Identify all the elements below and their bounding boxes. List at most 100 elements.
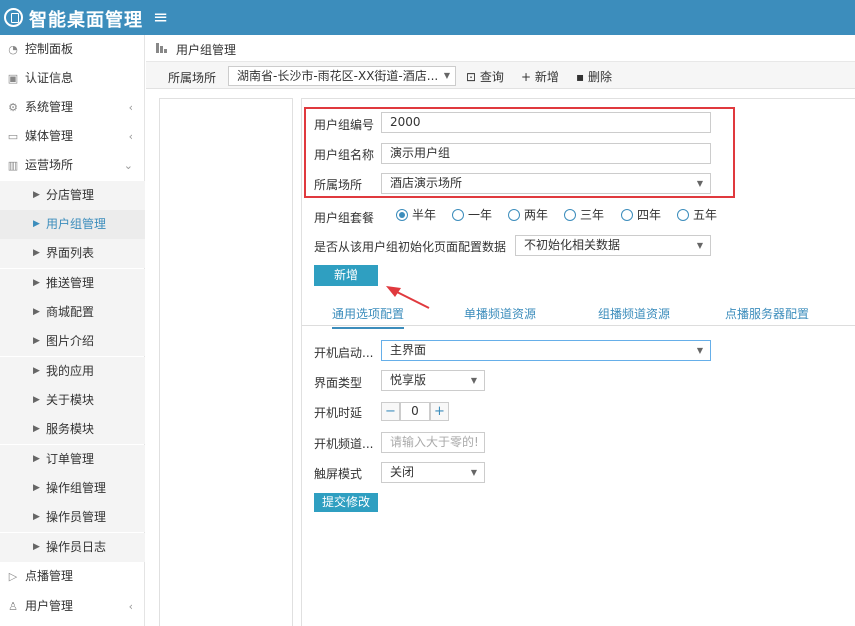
- sidebar-item-venues[interactable]: ▥ 运营场所 ⌄: [0, 151, 145, 180]
- sidebar-item-auth[interactable]: ▣ 认证信息: [0, 64, 145, 93]
- sidebar-subitem-mall[interactable]: ▶ 商城配置: [0, 298, 145, 327]
- sidebar-item-label: 用户管理: [25, 599, 74, 613]
- increment-button[interactable]: +: [430, 402, 449, 421]
- package-radio-3-year[interactable]: 三年: [564, 206, 604, 223]
- radio-icon: [564, 209, 576, 221]
- radio-label: 三年: [580, 208, 605, 222]
- boot-select[interactable]: 主界面 ▼: [381, 340, 711, 361]
- sidebar-item-system[interactable]: ⚙ 系统管理 ‹: [0, 93, 145, 122]
- radio-icon: [508, 209, 520, 221]
- init-config-label: 是否从该用户组初始化页面配置数据: [314, 240, 507, 254]
- sidebar-item-label: 操作员管理: [46, 510, 107, 524]
- sidebar-subitem-user-groups[interactable]: ▶ 用户组管理: [0, 210, 145, 239]
- sidebar-item-label: 商城配置: [46, 305, 95, 319]
- caret-down-icon: ▼: [696, 179, 703, 188]
- touch-mode-label: 触屏模式: [314, 467, 363, 481]
- sidebar-item-label: 分店管理: [46, 188, 95, 202]
- ui-type-label: 界面类型: [314, 376, 363, 390]
- breadcrumb: 用户组管理: [146, 35, 855, 62]
- submit-changes-button[interactable]: 提交修改: [314, 493, 378, 512]
- boot-channel-input[interactable]: 请输入大于零的!: [381, 432, 485, 453]
- caret-down-icon: ▼: [696, 346, 703, 355]
- sidebar-item-label: 服务模块: [46, 422, 95, 436]
- delete-button[interactable]: ▪ 删除: [576, 68, 612, 85]
- sidebar-subitem-operators[interactable]: ▶ 操作员管理: [0, 503, 145, 532]
- sidebar-item-label: 操作员日志: [46, 540, 107, 554]
- caret-down-icon: ▼: [696, 241, 703, 250]
- caret-right-icon: ▶: [33, 307, 40, 317]
- group-list-panel: [159, 98, 293, 626]
- delete-button-label: 删除: [587, 70, 612, 84]
- package-radio-half-year[interactable]: 半年: [396, 206, 436, 223]
- sidebar: ◔ 控制面板 ▣ 认证信息 ⚙ 系统管理 ‹ ▭ 媒体管理 ‹ ▥ 运营场所 ⌄…: [0, 35, 145, 626]
- venue-select-value: 酒店演示场所: [390, 176, 463, 190]
- sidebar-item-label: 点播管理: [25, 569, 74, 583]
- radio-label: 两年: [524, 208, 549, 222]
- tab-vod-server[interactable]: 点播服务器配置: [725, 305, 809, 322]
- sidebar-subitem-operator-groups[interactable]: ▶ 操作组管理: [0, 474, 145, 503]
- venue-select[interactable]: 酒店演示场所 ▼: [381, 173, 711, 194]
- caret-right-icon: ▶: [33, 366, 40, 376]
- sidebar-subitem-images[interactable]: ▶ 图片介绍: [0, 327, 145, 356]
- query-button-label: 查询: [479, 70, 504, 84]
- sidebar-subitem-operator-log[interactable]: ▶ 操作员日志: [0, 533, 145, 562]
- tab-general[interactable]: 通用选项配置: [332, 305, 405, 329]
- bar-chart-icon: [156, 43, 167, 53]
- caret-right-icon: ▶: [33, 219, 40, 229]
- caret-right-icon: ▶: [33, 424, 40, 434]
- caret-right-icon: ▶: [33, 483, 40, 493]
- sidebar-item-media[interactable]: ▭ 媒体管理 ‹: [0, 122, 145, 151]
- sidebar-subitem-orders[interactable]: ▶ 订单管理: [0, 445, 145, 474]
- sidebar-item-label: 系统管理: [25, 100, 74, 114]
- boot-delay-input[interactable]: 0: [400, 402, 430, 421]
- sidebar-item-label: 推送管理: [46, 276, 95, 290]
- group-name-label: 用户组名称: [314, 148, 375, 162]
- ui-type-value: 悦享版: [390, 373, 427, 387]
- chevron-down-icon: ⌄: [123, 159, 133, 172]
- sidebar-subitem-push[interactable]: ▶ 推送管理: [0, 269, 145, 298]
- tab-unicast[interactable]: 单播频道资源: [464, 305, 536, 322]
- package-radio-2-year[interactable]: 两年: [508, 206, 548, 223]
- sidebar-subitem-ui-list[interactable]: ▶ 界面列表: [0, 239, 145, 268]
- sidebar-item-dashboard[interactable]: ◔ 控制面板: [0, 35, 145, 64]
- query-button[interactable]: ⊡ 查询: [466, 68, 504, 85]
- sidebar-subitem-branch[interactable]: ▶ 分店管理: [0, 181, 145, 210]
- top-bar: 智能桌面管理 ≡: [0, 0, 855, 35]
- sidebar-subitem-services[interactable]: ▶ 服务模块: [0, 415, 145, 444]
- package-label: 用户组套餐: [314, 211, 375, 225]
- menu-toggle-icon[interactable]: ≡: [153, 7, 168, 28]
- sidebar-item-users[interactable]: ♙ 用户管理 ‹: [0, 592, 145, 621]
- trash-icon: ▪: [576, 70, 585, 84]
- init-config-select[interactable]: 不初始化相关数据 ▼: [515, 235, 711, 256]
- dashboard-icon: ◔: [8, 43, 18, 56]
- plus-icon: +: [521, 70, 532, 84]
- sidebar-item-label: 媒体管理: [25, 129, 74, 143]
- radio-icon: [621, 209, 633, 221]
- tab-multicast[interactable]: 组播频道资源: [598, 305, 670, 322]
- group-id-input[interactable]: 2000: [381, 112, 711, 133]
- sidebar-item-vod[interactable]: ▷ 点播管理: [0, 562, 145, 591]
- caret-right-icon: ▶: [33, 542, 40, 552]
- package-radio-1-year[interactable]: 一年: [452, 206, 492, 223]
- ui-type-select[interactable]: 悦享版 ▼: [381, 370, 485, 391]
- radio-label: 五年: [693, 208, 718, 222]
- touch-mode-select[interactable]: 关闭 ▼: [381, 462, 485, 483]
- submit-add-button[interactable]: 新增: [314, 265, 378, 286]
- sidebar-item-label: 订单管理: [46, 452, 95, 466]
- package-radio-5-year[interactable]: 五年: [677, 206, 717, 223]
- decrement-button[interactable]: −: [381, 402, 400, 421]
- radio-label: 四年: [637, 208, 662, 222]
- group-name-input[interactable]: 演示用户组: [381, 143, 711, 164]
- group-id-label: 用户组编号: [314, 118, 375, 132]
- app-title: 智能桌面管理: [29, 10, 143, 31]
- add-button[interactable]: + 新增: [521, 68, 559, 85]
- radio-label: 一年: [468, 208, 493, 222]
- caret-right-icon: ▶: [33, 190, 40, 200]
- radio-icon: [396, 209, 408, 221]
- venue-filter-select[interactable]: 湖南省-长沙市-雨花区-XX街道-酒店... ▼: [228, 66, 456, 86]
- package-radio-4-year[interactable]: 四年: [621, 206, 661, 223]
- sidebar-subitem-my-apps[interactable]: ▶ 我的应用: [0, 357, 145, 386]
- sidebar-subitem-about[interactable]: ▶ 关于模块: [0, 386, 145, 415]
- caret-right-icon: ▶: [33, 395, 40, 405]
- caret-right-icon: ▶: [33, 336, 40, 346]
